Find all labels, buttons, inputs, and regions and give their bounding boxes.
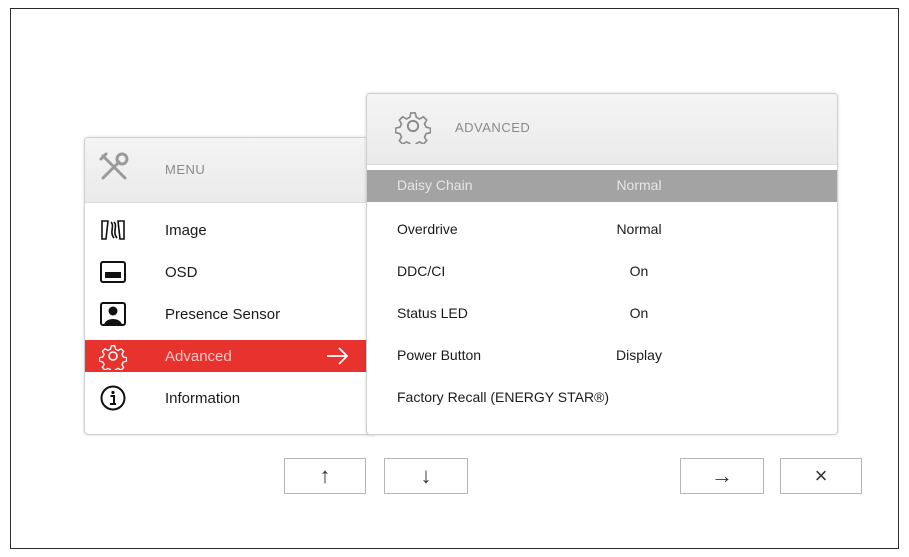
setting-label: Factory Recall (ENERGY STAR®) (397, 389, 610, 405)
setting-value: Display (616, 347, 662, 363)
setting-value: Normal (616, 221, 662, 237)
gear-icon (99, 345, 127, 370)
setting-row-ddc-ci[interactable]: DDC/CI On (367, 256, 837, 288)
advanced-submenu-panel: ADVANCED Daisy Chain Normal Overdrive No… (366, 93, 838, 435)
exit-button[interactable]: × (780, 458, 862, 494)
menu-item-osd[interactable]: OSD (85, 256, 369, 288)
menu-item-label: OSD (165, 263, 198, 281)
up-button[interactable]: ↑ (284, 458, 366, 494)
setting-row-power-button[interactable]: Power Button Display (367, 340, 837, 372)
setting-label: Overdrive (397, 221, 458, 237)
advanced-title: ADVANCED (455, 120, 531, 135)
setting-row-daisy-chain[interactable]: Daisy Chain Normal (367, 170, 837, 202)
menu-title: MENU (165, 162, 206, 177)
arrow-right-icon (327, 347, 349, 365)
tools-icon (99, 152, 129, 180)
osd-icon (100, 261, 126, 283)
arrow-down-icon: ↓ (420, 463, 432, 488)
close-icon: × (814, 463, 828, 488)
menu-item-advanced[interactable]: Advanced (85, 340, 369, 372)
down-button[interactable]: ↓ (384, 458, 468, 494)
arrow-right-icon: → (711, 463, 733, 488)
gear-icon (395, 112, 431, 144)
setting-value: On (629, 263, 649, 279)
setting-row-factory-recall[interactable]: Factory Recall (ENERGY STAR®) (367, 382, 837, 414)
setting-row-status-led[interactable]: Status LED On (367, 298, 837, 330)
advanced-header: ADVANCED (367, 94, 837, 165)
menu-item-image[interactable]: Image (85, 214, 369, 246)
presence-sensor-icon (100, 302, 126, 326)
menu-item-information[interactable]: Information (85, 382, 369, 414)
setting-label: DDC/CI (397, 263, 446, 279)
main-menu-panel: MENU Image OSD Presence Sensor Advanced … (84, 137, 376, 435)
menu-item-label: Information (165, 389, 241, 407)
setting-value: On (629, 305, 649, 321)
menu-item-label: Advanced (165, 347, 232, 365)
menu-item-label: Presence Sensor (165, 305, 281, 323)
menu-item-label: Image (165, 221, 207, 239)
setting-label: Status LED (397, 305, 468, 321)
arrow-up-icon: ↑ (319, 463, 331, 488)
setting-row-overdrive[interactable]: Overdrive Normal (367, 214, 837, 246)
info-icon (100, 385, 126, 411)
setting-label: Daisy Chain (397, 177, 473, 193)
setting-label: Power Button (397, 347, 482, 363)
menu-item-presence-sensor[interactable]: Presence Sensor (85, 298, 369, 330)
menu-header: MENU (85, 138, 375, 203)
enter-button[interactable]: → (680, 458, 764, 494)
setting-value: Normal (616, 177, 662, 193)
image-icon (101, 220, 125, 240)
